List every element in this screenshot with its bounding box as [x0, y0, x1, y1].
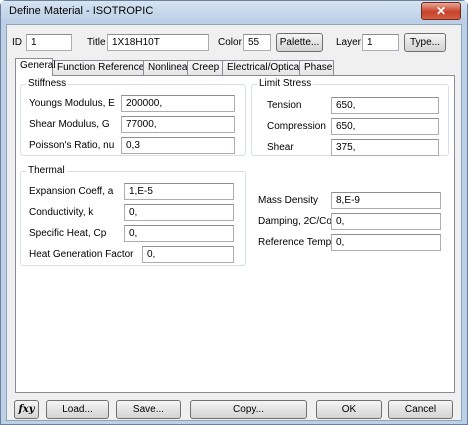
layer-label: Layer — [336, 37, 362, 48]
tab-creep[interactable]: Creep — [187, 60, 223, 75]
heat-generation-field[interactable]: 0, — [142, 246, 234, 263]
general-tab-panel: Stiffness Youngs Modulus, E 200000, Shea… — [15, 75, 455, 393]
compression-field[interactable]: 650, — [331, 118, 439, 135]
shear-modulus-label: Shear Modulus, G — [29, 119, 110, 130]
layer-field[interactable]: 1 — [362, 34, 399, 51]
limit-stress-group: Limit Stress Tension 650, Compression 65… — [251, 78, 449, 156]
function-fxy-button[interactable]: fxy — [14, 400, 39, 419]
color-label: Color — [218, 37, 242, 48]
expansion-coeff-field[interactable]: 1,E-5 — [124, 183, 234, 200]
conductivity-label: Conductivity, k — [29, 207, 94, 218]
mass-density-label: Mass Density — [258, 195, 319, 206]
damping-label: Damping, 2C/Co — [258, 216, 332, 227]
copy-button[interactable]: Copy... — [190, 400, 307, 419]
title-field[interactable]: 1X18H10T — [107, 34, 209, 51]
type-button[interactable]: Type... — [404, 33, 446, 52]
tab-phase[interactable]: Phase — [299, 60, 334, 75]
save-button[interactable]: Save... — [116, 400, 181, 419]
ok-button[interactable]: OK — [316, 400, 382, 419]
tab-function-references[interactable]: Function References — [52, 60, 149, 75]
load-button[interactable]: Load... — [46, 400, 109, 419]
title-bar[interactable]: Define Material - ISOTROPIC ✕ — [1, 1, 467, 23]
youngs-modulus-label: Youngs Modulus, E — [29, 98, 115, 109]
shear-modulus-field[interactable]: 77000, — [121, 116, 235, 133]
specific-heat-field[interactable]: 0, — [124, 225, 234, 242]
mass-density-field[interactable]: 8,E-9 — [331, 192, 441, 209]
reference-temp-label: Reference Temp — [258, 237, 332, 248]
fxy-icon: fxy — [18, 404, 35, 415]
poissons-ratio-field[interactable]: 0,3 — [121, 137, 235, 154]
close-button[interactable]: ✕ — [421, 2, 461, 20]
window-title: Define Material - ISOTROPIC — [9, 5, 154, 17]
heat-generation-label: Heat Generation Factor — [29, 249, 134, 260]
tension-label: Tension — [267, 100, 302, 111]
shear-field[interactable]: 375, — [331, 139, 439, 156]
id-label: ID — [12, 37, 22, 48]
poissons-ratio-label: Poisson's Ratio, nu — [29, 140, 115, 151]
cancel-button[interactable]: Cancel — [388, 400, 453, 419]
stiffness-title: Stiffness — [26, 78, 69, 89]
thermal-title: Thermal — [26, 165, 67, 176]
shear-label: Shear — [267, 142, 294, 153]
compression-label: Compression — [267, 121, 326, 132]
expansion-coeff-label: Expansion Coeff, a — [29, 186, 114, 197]
close-icon: ✕ — [435, 4, 447, 18]
damping-field[interactable]: 0, — [331, 213, 441, 230]
thermal-group: Thermal Expansion Coeff, a 1,E-5 Conduct… — [20, 165, 246, 266]
color-field[interactable]: 55 — [243, 34, 271, 51]
tension-field[interactable]: 650, — [331, 97, 439, 114]
tab-electrical-optical[interactable]: Electrical/Optical — [222, 60, 301, 75]
limit-stress-title: Limit Stress — [257, 78, 314, 89]
conductivity-field[interactable]: 0, — [124, 204, 234, 221]
stiffness-group: Stiffness Youngs Modulus, E 200000, Shea… — [20, 78, 246, 156]
specific-heat-label: Specific Heat, Cp — [29, 228, 107, 239]
palette-button[interactable]: Palette... — [276, 33, 323, 52]
title-label: Title — [87, 37, 106, 48]
tab-nonlinear[interactable]: Nonlinear — [143, 60, 191, 75]
dialog-body: ID 1 Title 1X18H10T Color 55 Palette... … — [6, 24, 462, 421]
define-material-window: Define Material - ISOTROPIC ✕ ID 1 Title… — [0, 0, 468, 425]
tab-general[interactable]: General — [15, 58, 56, 76]
youngs-modulus-field[interactable]: 200000, — [121, 95, 235, 112]
id-field[interactable]: 1 — [26, 34, 72, 51]
reference-temp-field[interactable]: 0, — [331, 234, 441, 251]
